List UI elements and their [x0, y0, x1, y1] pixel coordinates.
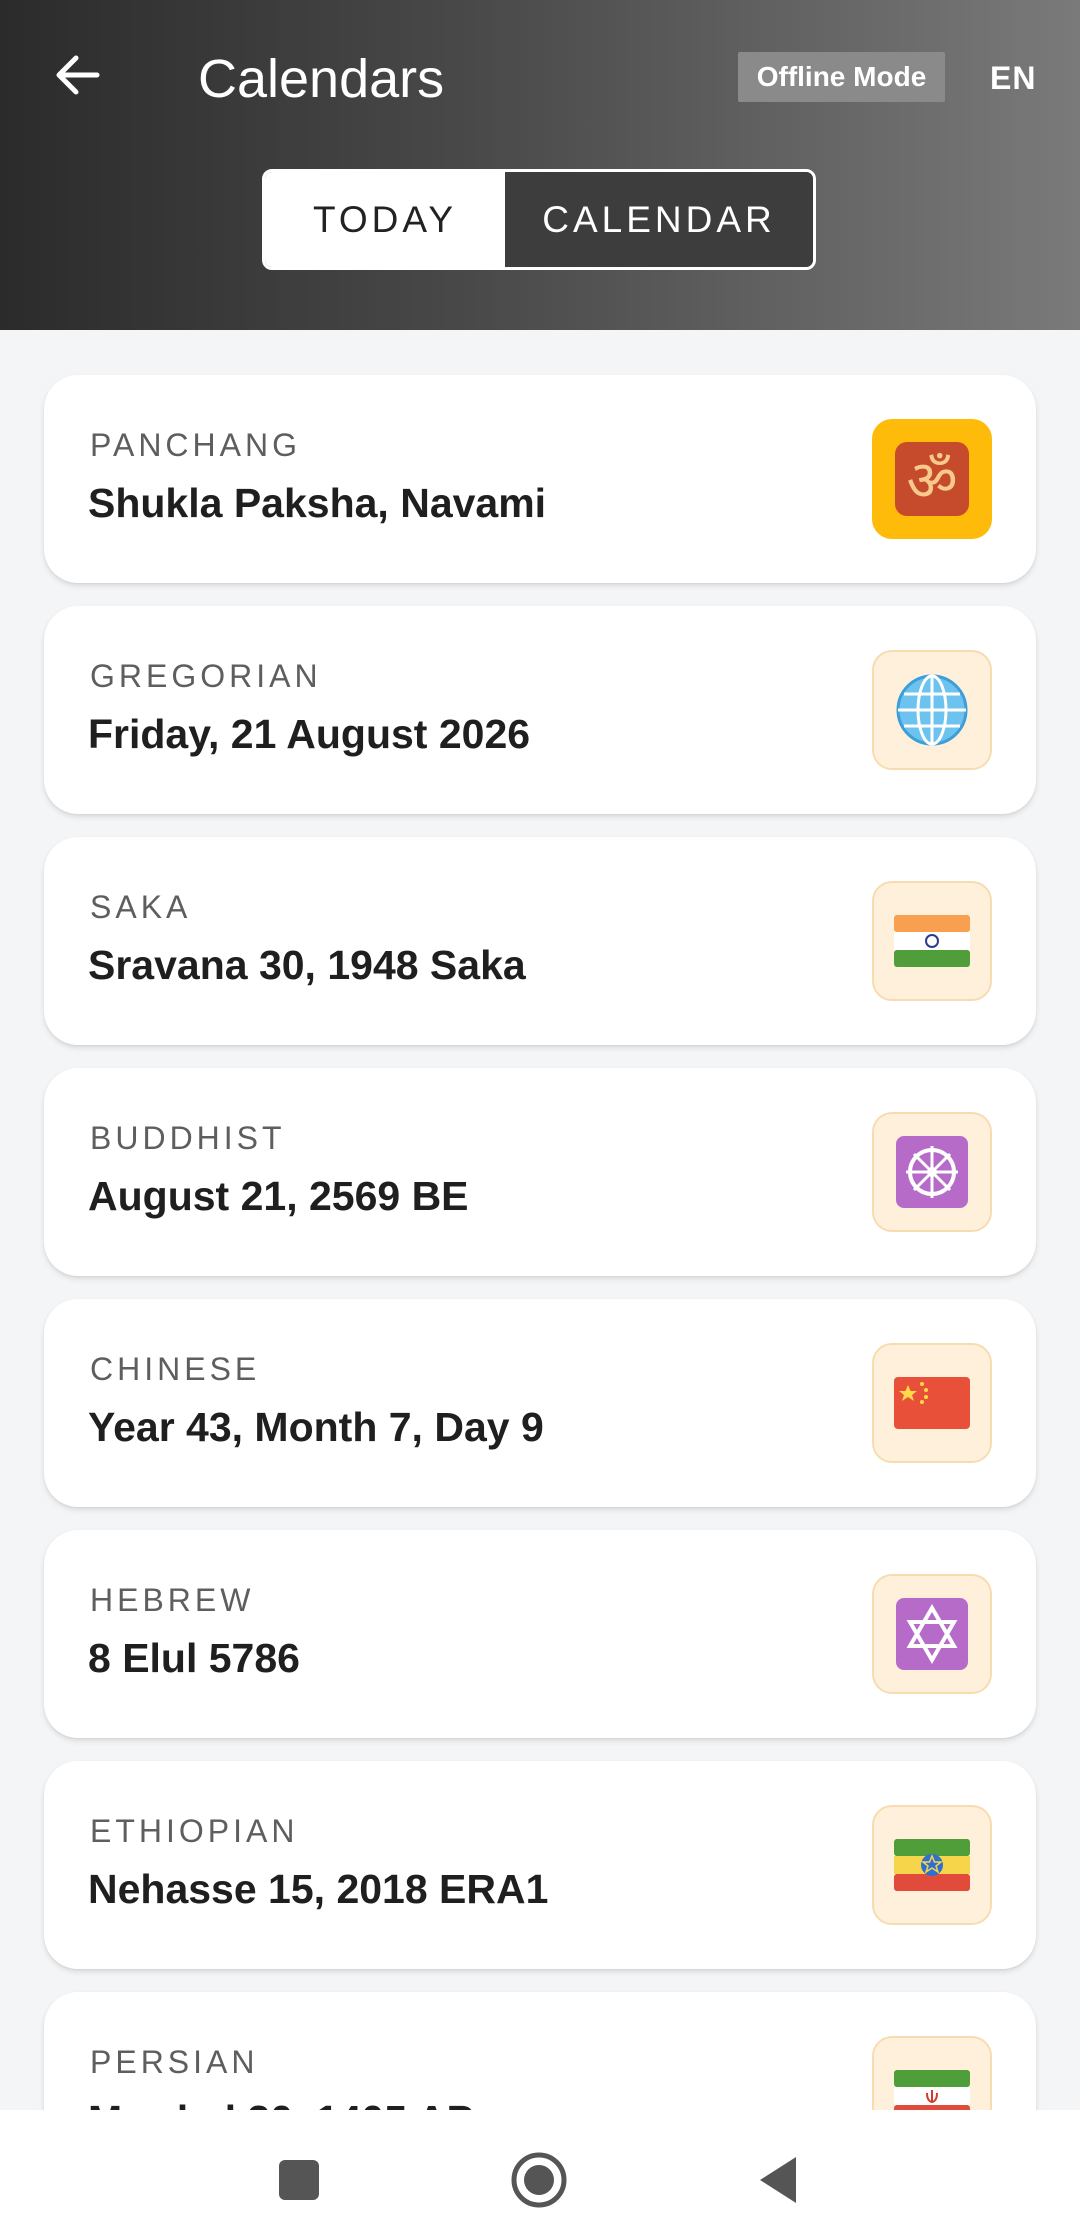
system-navigation-bar — [0, 2110, 1080, 2240]
card-label: CHINESE — [90, 1351, 261, 1387]
svg-text:ॐ: ॐ — [906, 449, 957, 514]
card-value: Mordad 30, 1405 AP — [88, 2096, 474, 2110]
home-circle-icon — [511, 2152, 567, 2208]
card-value: Friday, 21 August 2026 — [88, 711, 531, 757]
arrow-left-icon — [56, 55, 100, 95]
calendar-card-buddhist[interactable]: BUDDHIST August 21, 2569 BE — [44, 1068, 1036, 1276]
offline-mode-badge[interactable]: Offline Mode — [738, 52, 945, 102]
card-label: PERSIAN — [90, 2044, 259, 2080]
triangle-back-icon — [760, 2157, 796, 2203]
calendar-list[interactable]: PANCHANG Shukla Paksha, Navami ॐ GREGORI… — [0, 330, 1080, 2110]
china-flag-icon — [872, 1343, 992, 1463]
card-label: SAKA — [90, 889, 192, 925]
calendar-card-panchang[interactable]: PANCHANG Shukla Paksha, Navami ॐ — [44, 375, 1036, 583]
calendar-card-ethiopian[interactable]: ETHIOPIAN Nehasse 15, 2018 ERA1 — [44, 1761, 1036, 1969]
home-button[interactable] — [499, 2140, 579, 2220]
card-label: GREGORIAN — [90, 658, 322, 694]
calendar-card-persian[interactable]: PERSIAN Mordad 30, 1405 AP — [44, 1992, 1036, 2110]
card-value: 8 Elul 5786 — [88, 1635, 300, 1681]
back-nav-button[interactable] — [738, 2140, 818, 2220]
card-label: PANCHANG — [90, 427, 301, 463]
tab-today[interactable]: TODAY — [265, 172, 505, 267]
card-value: Shukla Paksha, Navami — [88, 480, 547, 526]
app-header: Calendars Offline Mode EN TODAY CALENDAR — [0, 0, 1080, 330]
india-flag-icon — [872, 881, 992, 1001]
back-button[interactable] — [46, 44, 108, 106]
dharma-wheel-icon — [872, 1112, 992, 1232]
star-of-david-icon — [872, 1574, 992, 1694]
ethiopia-flag-icon — [872, 1805, 992, 1925]
om-icon: ॐ — [872, 419, 992, 539]
iran-flag-icon — [872, 2036, 992, 2110]
square-icon — [279, 2160, 319, 2200]
card-label: BUDDHIST — [90, 1120, 286, 1156]
calendar-card-saka[interactable]: SAKA Sravana 30, 1948 Saka — [44, 837, 1036, 1045]
calendar-card-gregorian[interactable]: GREGORIAN Friday, 21 August 2026 — [44, 606, 1036, 814]
tab-calendar[interactable]: CALENDAR — [505, 172, 813, 267]
card-label: HEBREW — [90, 1582, 255, 1618]
card-value: Year 43, Month 7, Day 9 — [88, 1404, 544, 1450]
page-title: Calendars — [198, 49, 445, 109]
globe-icon — [872, 650, 992, 770]
card-value: August 21, 2569 BE — [88, 1173, 469, 1219]
card-value: Nehasse 15, 2018 ERA1 — [88, 1866, 549, 1912]
language-selector[interactable]: EN — [990, 56, 1036, 100]
calendar-card-chinese[interactable]: CHINESE Year 43, Month 7, Day 9 — [44, 1299, 1036, 1507]
recent-apps-button[interactable] — [259, 2140, 339, 2220]
card-label: ETHIOPIAN — [90, 1813, 299, 1849]
calendar-card-hebrew[interactable]: HEBREW 8 Elul 5786 — [44, 1530, 1036, 1738]
card-value: Sravana 30, 1948 Saka — [88, 942, 526, 988]
view-tabs: TODAY CALENDAR — [262, 169, 816, 270]
